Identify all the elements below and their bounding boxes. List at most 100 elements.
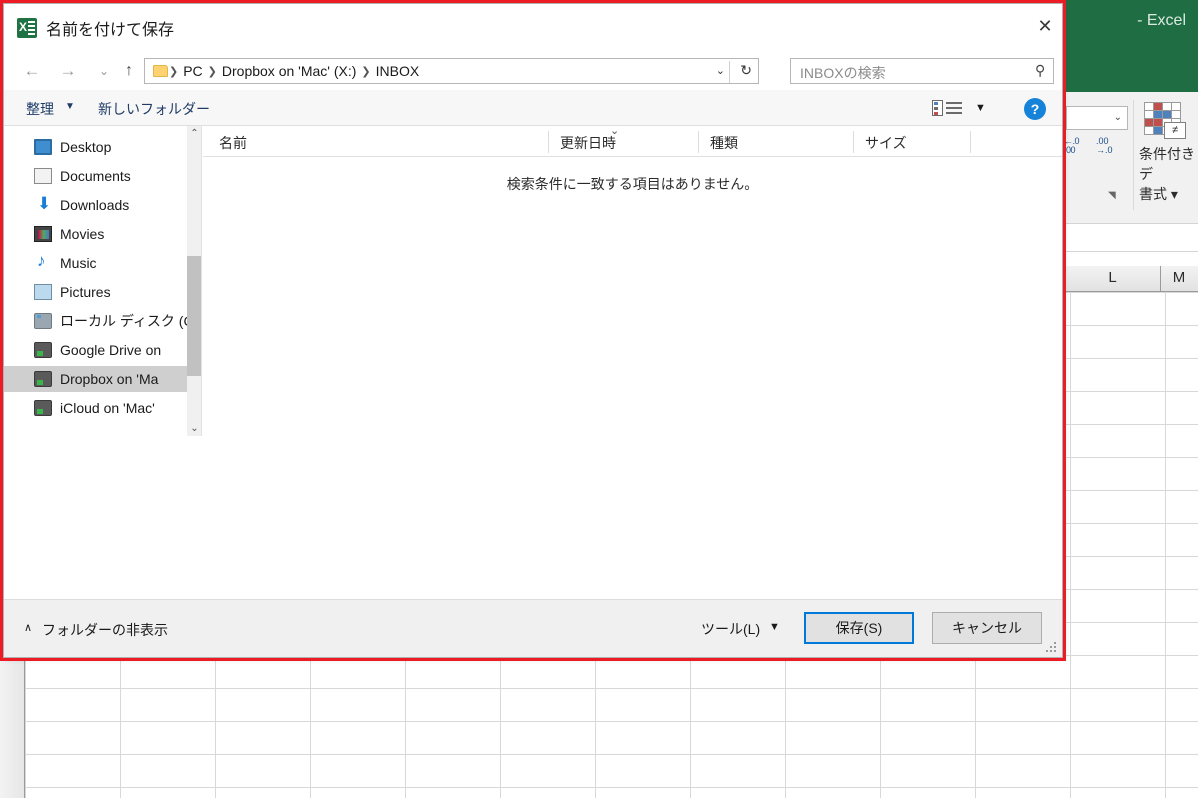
empty-list-message: 検索条件に一致する項目はありません。 bbox=[506, 176, 759, 192]
chevron-down-icon: ⌄ bbox=[1113, 112, 1122, 123]
search-input[interactable]: INBOXの検索 ⚲ bbox=[790, 58, 1054, 84]
sidebar-item-movies[interactable]: Movies bbox=[4, 221, 201, 247]
sidebar-item-label: Music bbox=[60, 255, 97, 271]
resize-grip[interactable] bbox=[1046, 642, 1058, 654]
sidebar-item-label: Documents bbox=[60, 168, 131, 184]
chevron-down-icon[interactable]: ▼ bbox=[65, 101, 75, 112]
desktop-icon bbox=[34, 139, 52, 155]
network-drive-icon bbox=[34, 342, 52, 358]
up-one-level-icon[interactable]: ↑ bbox=[117, 60, 141, 82]
dialog-title-bar: 名前を付けて保存 ✕ bbox=[4, 4, 1062, 50]
column-header-L[interactable]: L bbox=[1065, 269, 1160, 286]
dialog-toolbar: 整理 ▼ 新しいフォルダー ▼ ? bbox=[4, 90, 1062, 126]
network-drive-icon bbox=[34, 400, 52, 416]
sidebar-item-documents[interactable]: Documents bbox=[4, 163, 201, 189]
breadcrumb-item-dropbox[interactable]: Dropbox on 'Mac' (X:) bbox=[218, 63, 361, 79]
column-header-name[interactable]: 名前 bbox=[219, 133, 247, 153]
breadcrumb-separator: ❯ bbox=[169, 65, 179, 78]
cancel-button[interactable]: キャンセル bbox=[932, 612, 1042, 644]
sidebar-item-label: Desktop bbox=[60, 139, 112, 155]
documents-icon bbox=[34, 168, 52, 184]
sidebar-item-dropbox-on-ma[interactable]: Dropbox on 'Ma bbox=[4, 366, 201, 392]
view-mode-icon[interactable] bbox=[932, 100, 962, 116]
grid-line-horizontal bbox=[25, 688, 1198, 689]
back-icon[interactable]: ← bbox=[20, 60, 44, 82]
decrease-decimal-icon[interactable]: .00 →.0 bbox=[1096, 137, 1113, 155]
dialog-body: Desktop Documents ⬇ Downloads Movies ♪ Music Pi… bbox=[4, 125, 1062, 436]
navigation-pane: Desktop Documents ⬇ Downloads Movies ♪ Music Pi… bbox=[4, 126, 202, 436]
sidebar-item-google-drive-on[interactable]: Google Drive on bbox=[4, 337, 201, 363]
not-equal-icon: ≠ bbox=[1164, 122, 1186, 139]
forward-icon[interactable]: → bbox=[56, 60, 80, 82]
ribbon-group-divider bbox=[1133, 100, 1134, 210]
dialog-title: 名前を付けて保存 bbox=[46, 22, 175, 39]
save-button[interactable]: 保存(S) bbox=[804, 612, 914, 644]
excel-window-title: - Excel bbox=[1137, 12, 1186, 29]
breadcrumb-separator: ❯ bbox=[207, 65, 217, 78]
harddisk-icon bbox=[34, 313, 52, 329]
music-icon: ♪ bbox=[37, 251, 46, 270]
column-header-type[interactable]: 種類 bbox=[710, 133, 738, 153]
new-folder-button[interactable]: 新しいフォルダー bbox=[98, 99, 210, 119]
sidebar-item-label: Downloads bbox=[60, 197, 130, 213]
sort-indicator-icon: ⌄ bbox=[610, 125, 620, 137]
sidebar-item-icloud-on-mac[interactable]: iCloud on 'Mac' bbox=[4, 395, 201, 421]
sidebar-item-desktop[interactable]: Desktop bbox=[4, 134, 201, 160]
pictures-icon bbox=[34, 284, 52, 300]
conditional-format-label-line1: 条件付き デ bbox=[1139, 146, 1195, 182]
sidebar-item-pictures[interactable]: Pictures bbox=[4, 279, 201, 305]
grid-line-horizontal bbox=[25, 754, 1198, 755]
search-icon[interactable]: ⚲ bbox=[1035, 62, 1045, 79]
chevron-down-icon[interactable]: ▼ bbox=[975, 102, 986, 114]
sidebar-item-label: iCloud on 'Mac' bbox=[60, 400, 155, 416]
sidebar-item-music[interactable]: ♪ Music bbox=[4, 250, 201, 276]
number-format-dropdown[interactable]: ⌄ bbox=[1066, 106, 1128, 130]
conditional-format-label-line2: 書式 ▾ bbox=[1139, 186, 1178, 202]
grid-line-vertical bbox=[1070, 292, 1071, 798]
file-list-column-headers: 名前 更新日時 ⌄ 種類 サイズ bbox=[203, 125, 1062, 157]
folder-icon bbox=[153, 65, 168, 77]
organize-button[interactable]: 整理 bbox=[26, 99, 54, 119]
help-icon[interactable]: ? bbox=[1024, 98, 1046, 120]
increase-decimal-icon[interactable]: ←.0.00 bbox=[1064, 137, 1080, 155]
sidebar-item-c[interactable]: ローカル ディスク (C bbox=[4, 308, 201, 334]
scrollbar-thumb[interactable] bbox=[187, 256, 201, 376]
close-icon[interactable]: ✕ bbox=[1027, 10, 1063, 42]
refresh-icon[interactable]: ↻ bbox=[740, 62, 752, 79]
grid-line-vertical bbox=[1165, 292, 1166, 798]
file-name-area: ファイル名(N): Book1.xlsx ⌄ ファイルの種類(T): Excel… bbox=[4, 436, 1062, 599]
sidebar-item-downloads[interactable]: ⬇ Downloads bbox=[4, 192, 201, 218]
collapse-icon[interactable]: ∧ bbox=[24, 621, 32, 634]
chevron-down-icon[interactable]: ⌄ bbox=[716, 64, 725, 77]
file-list-pane[interactable]: 名前 更新日時 ⌄ 種類 サイズ 検索条件に一致する項目はありません。 bbox=[203, 125, 1062, 436]
chevron-down-icon[interactable]: ▼ bbox=[769, 621, 780, 633]
excel-icon bbox=[17, 18, 37, 38]
recent-locations-icon[interactable]: ⌄ bbox=[92, 60, 116, 82]
sidebar-item-label: Google Drive on bbox=[60, 342, 162, 358]
grid-line-horizontal bbox=[25, 721, 1198, 722]
column-header-modified[interactable]: 更新日時 bbox=[560, 133, 616, 153]
address-bar-row: ← → ⌄ ↑ ❯ PC ❯ Dropbox on 'Mac' (X:) ❯ I… bbox=[4, 50, 1062, 90]
number-group-launcher-icon[interactable]: ◥ bbox=[1108, 190, 1116, 201]
scroll-down-icon[interactable]: ⌄ bbox=[187, 421, 201, 436]
scroll-up-icon[interactable]: ⌃ bbox=[187, 126, 201, 141]
column-header-size[interactable]: サイズ bbox=[865, 133, 907, 153]
sidebar-item-label: Dropbox on 'Ma bbox=[60, 371, 159, 387]
hide-folders-button[interactable]: フォルダーの非表示 bbox=[42, 620, 168, 640]
downloads-icon: ⬇ bbox=[37, 194, 52, 213]
sidebar-scrollbar[interactable]: ⌃ ⌄ bbox=[187, 126, 201, 436]
conditional-format-button[interactable]: 条件付き デ 書式 ▾ bbox=[1139, 144, 1198, 204]
breadcrumb-item-pc[interactable]: PC bbox=[179, 63, 206, 79]
grid-line-horizontal bbox=[25, 787, 1198, 788]
breadcrumb-separator: ❯ bbox=[361, 65, 371, 78]
column-header-M[interactable]: M bbox=[1160, 269, 1198, 286]
breadcrumb-item-inbox[interactable]: INBOX bbox=[372, 63, 424, 79]
address-divider bbox=[729, 61, 730, 83]
sidebar-item-label: Pictures bbox=[60, 284, 111, 300]
address-breadcrumb-bar[interactable]: ❯ PC ❯ Dropbox on 'Mac' (X:) ❯ INBOX ⌄ ↻ bbox=[144, 58, 759, 84]
sidebar-item-label: ローカル ディスク (C bbox=[60, 313, 194, 329]
screenshot-root: - Excel ) ⌄ ←.0.00 .00→.0 ◥ ≠ 条件付き デ 書式 … bbox=[0, 0, 1198, 798]
save-as-dialog: 名前を付けて保存 ✕ ← → ⌄ ↑ ❯ PC ❯ Dropbox on 'Ma… bbox=[3, 3, 1063, 658]
tools-button[interactable]: ツール(L) bbox=[701, 619, 760, 639]
movies-icon bbox=[34, 226, 52, 242]
